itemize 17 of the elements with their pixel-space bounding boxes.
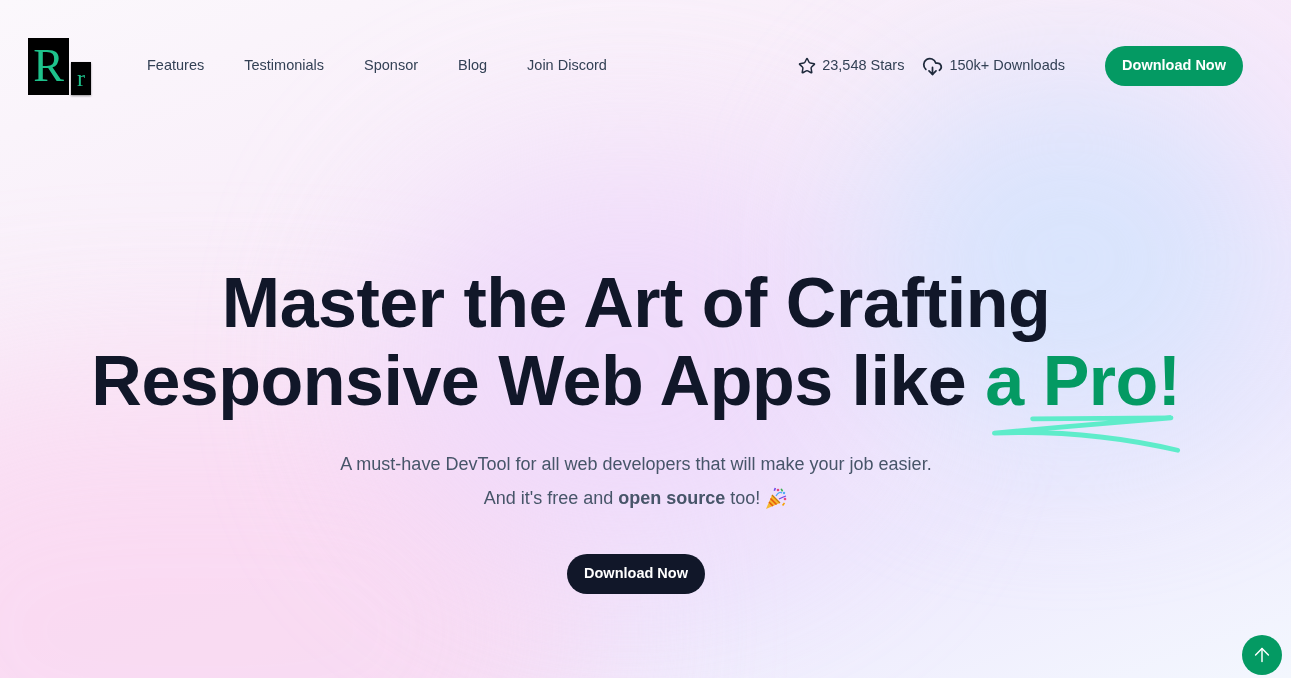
logo-letter: R xyxy=(28,37,69,95)
hero-headline: Master the Art of Crafting Responsive Web Apps like a Pro! xyxy=(91,264,1181,420)
hero-subtitle: And it's free and open source too! xyxy=(483,487,761,510)
logo-letter: r xyxy=(71,61,91,95)
nav-link[interactable]: Blog xyxy=(458,55,488,77)
download-button[interactable]: Download Now xyxy=(567,554,705,594)
nav-link[interactable]: Join Discord xyxy=(527,55,607,77)
download-button[interactable]: Download Now xyxy=(1105,46,1243,86)
party-popper-icon xyxy=(764,486,789,511)
nav-link[interactable]: Features xyxy=(147,55,205,77)
hero-subtitle: A must-have DevTool for all web developers that will make your job easier. xyxy=(340,453,932,476)
cloud-download-icon xyxy=(922,55,944,77)
downloads-link[interactable]: 150k+ Downloads xyxy=(922,55,1066,77)
nav-link[interactable]: Testimonials xyxy=(244,55,324,77)
stars-link[interactable]: 23,548 Stars xyxy=(798,55,905,77)
nav-link[interactable]: Sponsor xyxy=(364,55,419,77)
star-icon xyxy=(798,57,817,75)
